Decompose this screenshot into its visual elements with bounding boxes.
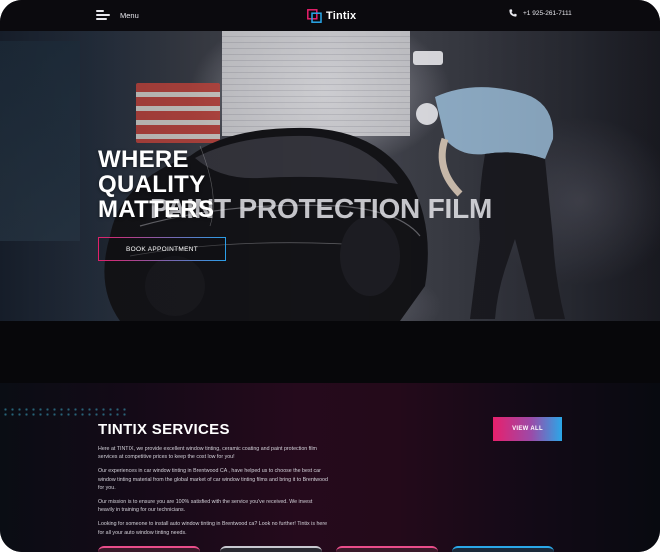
menu-button[interactable]: Menu (96, 8, 139, 22)
app-frame: Menu Tintix +1 925-261-7111 PAINT PROTEC… (0, 0, 660, 552)
decorative-dots (2, 407, 130, 417)
service-card[interactable] (336, 546, 438, 552)
service-card[interactable] (220, 546, 322, 552)
hamburger-icon (96, 10, 110, 20)
services-paragraph: Our mission is to ensure you are 100% sa… (98, 499, 313, 514)
services-paragraph: Our experiences in car window tinting in… (98, 468, 328, 491)
service-card[interactable] (452, 546, 554, 552)
hero-section: PAINT PROTECTION FILM WHERE QUALITY MATT… (0, 31, 660, 321)
phone-icon (509, 9, 517, 17)
site-header: Menu Tintix +1 925-261-7111 (0, 0, 660, 31)
view-all-button[interactable]: VIEW ALL (493, 417, 562, 441)
logo-icon (307, 9, 322, 23)
hero-title-line: MATTERS (98, 196, 215, 223)
hero-title-line: QUALITY (98, 171, 206, 198)
hero-title: WHERE QUALITY MATTERS (98, 147, 298, 222)
phone-number: +1 925-261-7111 (523, 9, 572, 17)
services-description: Here at TINTIX, we provide excellent win… (98, 445, 330, 543)
hero-bottom-band (0, 321, 660, 383)
services-paragraph: Looking for someone to install auto wind… (98, 521, 328, 536)
services-paragraph: Here at TINTIX, we provide excellent win… (98, 446, 317, 461)
hero-title-line: WHERE (98, 146, 189, 173)
phone-link[interactable]: +1 925-261-7111 (509, 9, 572, 17)
logo-text: Tintix (326, 10, 357, 22)
service-cards-row (98, 546, 568, 552)
services-title: TINTIX SERVICES (98, 421, 230, 438)
menu-label: Menu (120, 10, 139, 20)
service-card[interactable] (98, 546, 200, 552)
book-appointment-button[interactable]: BOOK APPOINTMENT (98, 237, 226, 261)
logo[interactable]: Tintix (307, 7, 356, 25)
services-section: TINTIX SERVICES Here at TINTIX, we provi… (0, 383, 660, 552)
